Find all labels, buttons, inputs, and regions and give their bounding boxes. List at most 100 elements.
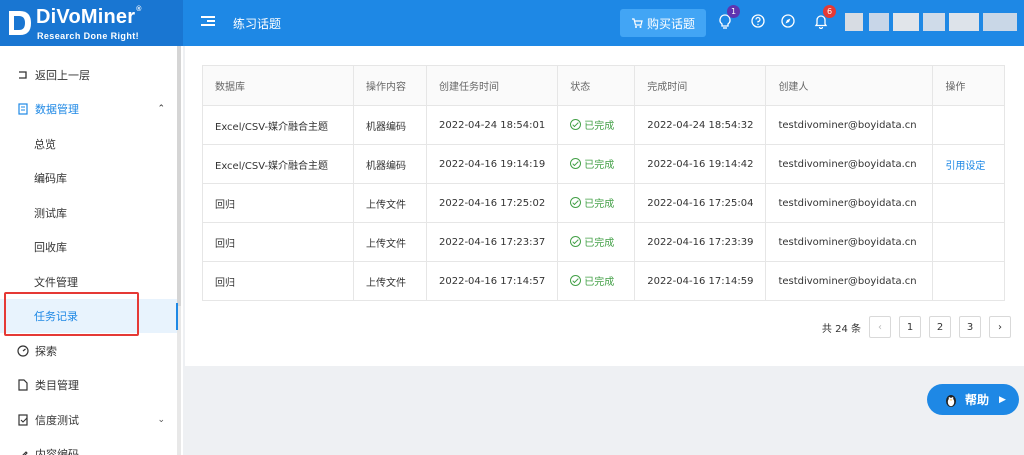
compass-icon[interactable]: [781, 14, 797, 30]
task-table: 数据库 操作内容 创建任务时间 状态 完成时间 创建人 操作 Excel/CSV…: [202, 65, 1005, 301]
prev-page-button[interactable]: ‹: [869, 316, 891, 338]
checklist-icon: [17, 414, 29, 426]
buy-topic-label: 购买话题: [646, 16, 695, 31]
document-icon: [17, 103, 29, 115]
sidebar-item-overview[interactable]: 总览: [0, 127, 177, 161]
col-status: 状态: [557, 65, 636, 106]
logo-mark-icon: [9, 11, 31, 35]
cell-created-time: 2022-04-24 18:54:01: [425, 105, 559, 145]
cell-database: Excel/CSV-媒介融合主题: [202, 105, 354, 145]
cell-created-time: 2022-04-16 17:25:02: [425, 183, 559, 223]
table-row: Excel/CSV-媒介融合主题 机器编码 2022-04-16 19:14:1…: [202, 144, 1005, 184]
cell-operation: 机器编码: [353, 144, 427, 184]
help-circle-icon[interactable]: [751, 14, 767, 30]
col-operation: 操作内容: [353, 65, 427, 106]
page-button-3[interactable]: 3: [959, 316, 981, 338]
buy-topic-button[interactable]: 购买话题: [620, 9, 706, 37]
cell-created-time: 2022-04-16 17:23:37: [425, 222, 559, 262]
task-log-panel: 数据库 操作内容 创建任务时间 状态 完成时间 创建人 操作 Excel/CSV…: [185, 46, 1024, 366]
check-circle-icon: [570, 275, 582, 286]
user-account-blurred[interactable]: [845, 13, 1017, 31]
sidebar-item-back[interactable]: 返回上一层: [0, 58, 177, 92]
help-button[interactable]: 帮助 ▶: [927, 384, 1019, 415]
cell-action: [932, 105, 1005, 145]
file-icon: [17, 379, 29, 391]
cell-action: [932, 261, 1005, 301]
chevron-up-icon: ⌃: [157, 104, 165, 114]
col-creator: 创建人: [765, 65, 934, 106]
cell-status: 已完成: [557, 105, 636, 145]
sidebar-item-recycle-lib[interactable]: 回收库: [0, 230, 177, 264]
cell-creator: testdivominer@boyidata.cn: [765, 105, 934, 145]
caret-right-icon: ▶: [999, 394, 1006, 405]
cell-operation: 机器编码: [353, 105, 427, 145]
cell-database: Excel/CSV-媒介融合主题: [202, 144, 354, 184]
cart-icon: [631, 18, 643, 28]
sidebar-item-data-management[interactable]: 数据管理 ⌃: [0, 92, 177, 126]
cell-operation: 上传文件: [353, 222, 427, 262]
bell-icon[interactable]: 6: [814, 5, 836, 30]
top-header: DiVoMiner® Research Done Right! 练习话题 购买话…: [0, 0, 1024, 46]
check-circle-icon: [570, 119, 582, 130]
notification-badge: 6: [823, 5, 836, 18]
penguin-icon: [946, 394, 956, 407]
active-indicator: [176, 303, 178, 330]
cell-status: 已完成: [557, 183, 636, 223]
cell-status: 已完成: [557, 261, 636, 301]
pagination-total: 共 24 条: [821, 323, 861, 335]
sidebar-item-test-lib[interactable]: 测试库: [0, 196, 177, 230]
cell-action: [932, 222, 1005, 262]
sidebar-item-reliability-test[interactable]: 信度测试 ⌄: [0, 403, 177, 437]
chevron-down-icon: ⌄: [157, 415, 165, 425]
cell-database: 回归: [202, 261, 354, 301]
cell-database: 回归: [202, 222, 354, 262]
col-created-time: 创建任务时间: [425, 65, 559, 106]
sidebar-scrollbar-thumb[interactable]: [177, 46, 181, 306]
cell-action: [932, 183, 1005, 223]
check-circle-icon: [570, 197, 582, 208]
table-row: 回归 上传文件 2022-04-16 17:14:57 已完成 2022-04-…: [202, 261, 1005, 301]
cell-status: 已完成: [557, 144, 636, 184]
col-action: 操作: [932, 65, 1005, 106]
pagination: 共 24 条 ‹ 1 2 3 ›: [822, 316, 1011, 338]
menu-toggle-icon[interactable]: [201, 14, 215, 28]
check-circle-icon: [570, 158, 582, 169]
table-row: 回归 上传文件 2022-04-16 17:23:37 已完成 2022-04-…: [202, 222, 1005, 262]
sidebar: 返回上一层 数据管理 ⌃ 总览 编码库 测试库 回收库 文件管理 任务记录 探索…: [0, 46, 183, 455]
cell-creator: testdivominer@boyidata.cn: [765, 261, 934, 301]
cell-creator: testdivominer@boyidata.cn: [765, 144, 934, 184]
brand-slogan: Research Done Right!: [37, 31, 140, 41]
lightbulb-icon[interactable]: 1: [718, 5, 740, 30]
table-header-row: 数据库 操作内容 创建任务时间 状态 完成时间 创建人 操作: [202, 65, 1005, 106]
cell-finished-time: 2022-04-16 17:14:59: [634, 261, 767, 301]
page-button-2[interactable]: 2: [929, 316, 951, 338]
back-arrow-icon: [17, 69, 29, 81]
status-badge: 已完成: [570, 234, 614, 249]
cell-creator: testdivominer@boyidata.cn: [765, 222, 934, 262]
cell-creator: testdivominer@boyidata.cn: [765, 183, 934, 223]
cell-finished-time: 2022-04-16 17:23:39: [634, 222, 767, 262]
sidebar-item-category-management[interactable]: 类目管理: [0, 368, 177, 402]
status-badge: 已完成: [570, 273, 614, 288]
sidebar-item-explore[interactable]: 探索: [0, 334, 177, 368]
cell-created-time: 2022-04-16 17:14:57: [425, 261, 559, 301]
cell-database: 回归: [202, 183, 354, 223]
cell-status: 已完成: [557, 222, 636, 262]
sidebar-item-content-coding[interactable]: 内容编码: [0, 437, 177, 455]
page-button-1[interactable]: 1: [899, 316, 921, 338]
next-page-button[interactable]: ›: [989, 316, 1011, 338]
sidebar-item-coding-lib[interactable]: 编码库: [0, 161, 177, 195]
pencil-icon: [17, 448, 29, 455]
brand-logo[interactable]: DiVoMiner® Research Done Right!: [0, 0, 183, 46]
cell-created-time: 2022-04-16 19:14:19: [425, 144, 559, 184]
reference-settings-link[interactable]: 引用设定: [945, 161, 985, 172]
cell-finished-time: 2022-04-16 17:25:04: [634, 183, 767, 223]
status-badge: 已完成: [570, 195, 614, 210]
table-row: Excel/CSV-媒介融合主题 机器编码 2022-04-24 18:54:0…: [202, 105, 1005, 145]
highlight-annotation-box: [4, 292, 139, 336]
page-title: 练习话题: [233, 17, 282, 31]
cell-operation: 上传文件: [353, 183, 427, 223]
gauge-icon: [17, 345, 29, 357]
cell-finished-time: 2022-04-24 18:54:32: [634, 105, 767, 145]
cell-operation: 上传文件: [353, 261, 427, 301]
